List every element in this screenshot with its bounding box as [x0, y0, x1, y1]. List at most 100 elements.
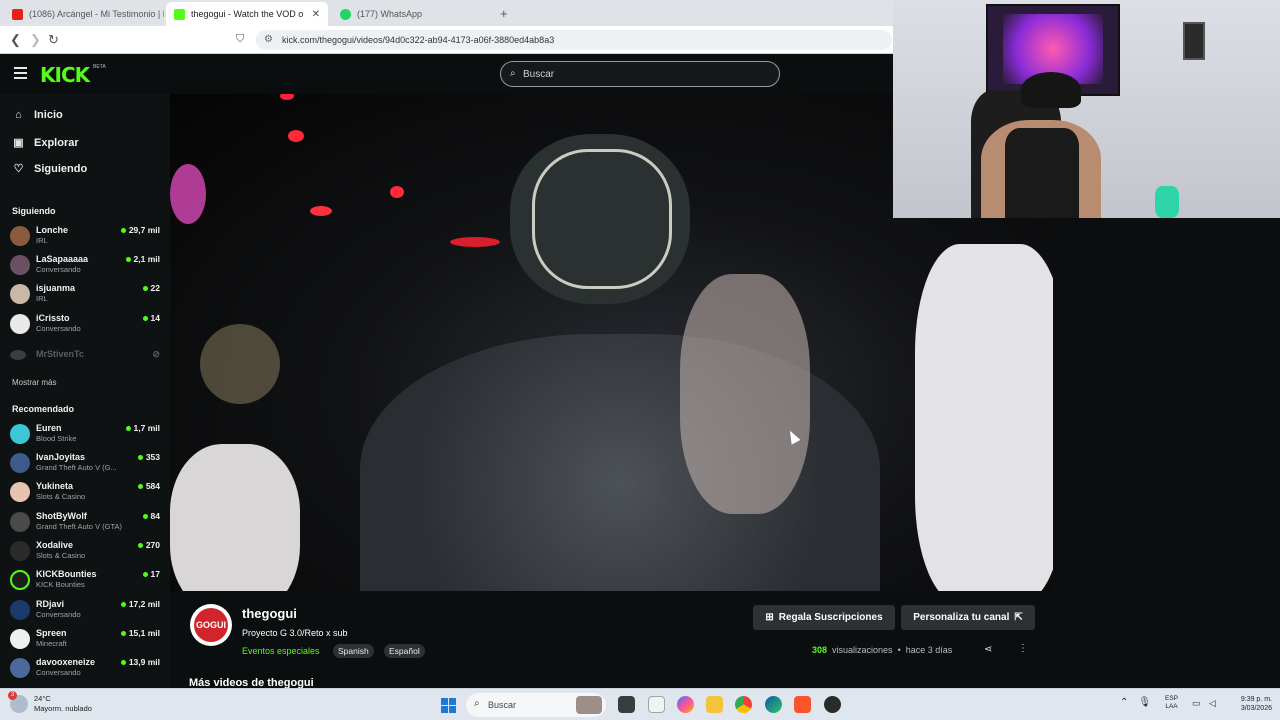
- compass-icon: ▣: [13, 137, 24, 149]
- site-info-icon[interactable]: ⚙: [264, 34, 273, 45]
- close-tab-icon[interactable]: ✕: [312, 9, 320, 20]
- sidebar: ⌂ Inicio ▣ Explorar ♡ Siguiendo Siguiend…: [0, 94, 170, 688]
- tab-label: (177) WhatsApp: [357, 9, 423, 19]
- windows-start-icon[interactable]: [441, 698, 456, 713]
- channel-category: Slots & Casino: [36, 492, 86, 501]
- url-field[interactable]: ⚙ kick.com/thegogui/videos/94d0c322-ab94…: [256, 30, 892, 50]
- separator: •: [897, 645, 901, 655]
- customize-channel-button[interactable]: Personaliza tu canal ⇱: [901, 605, 1035, 630]
- chevron-up-icon[interactable]: ⌃: [1120, 697, 1128, 708]
- viewer-count: 13,9 mil: [120, 657, 160, 667]
- person-left: [170, 444, 300, 591]
- address-bar-row: ❮ ❯ ↻ ⛉ ⚙ kick.com/thegogui/videos/94d0c…: [0, 26, 893, 54]
- channel-name: Euren: [36, 423, 62, 433]
- recommended-channel[interactable]: RDjavi Conversando 17,2 mil: [10, 598, 160, 626]
- avatar: [10, 541, 30, 561]
- weather-condition: Mayorm. nublado: [34, 704, 92, 713]
- desk-speaker: [1155, 186, 1179, 218]
- back-icon[interactable]: ❮: [10, 32, 21, 48]
- channel-name: MrStivenTc: [36, 349, 84, 359]
- network-icon[interactable]: ▭: [1192, 698, 1201, 709]
- channel-category: Grand Theft Auto V (GTA): [36, 522, 123, 531]
- viewer-count: 17: [142, 569, 160, 579]
- recommended-channel[interactable]: IvanJoyitas Grand Theft Auto V (G... 353: [10, 451, 160, 479]
- file-explorer-icon[interactable]: [706, 696, 723, 713]
- recommended-channel[interactable]: Euren Blood Strike 1,7 mil: [10, 422, 160, 450]
- weather-widget[interactable]: 3 24°C Mayorm. nublado: [8, 691, 92, 714]
- task-view-icon[interactable]: [618, 696, 635, 713]
- sidebar-item-siguiendo[interactable]: ♡ Siguiendo: [12, 162, 88, 176]
- search-icon: ⌕: [510, 68, 516, 79]
- brave-icon[interactable]: [794, 696, 811, 713]
- category-link[interactable]: Eventos especiales: [242, 646, 320, 656]
- views-label: visualizaciones: [832, 645, 893, 655]
- home-icon: ⌂: [15, 109, 22, 121]
- avatar: [10, 629, 30, 649]
- channel-category: Conversando: [36, 265, 81, 274]
- following-channel[interactable]: isjuanma IRL 22: [10, 282, 160, 310]
- video-age: hace 3 días: [905, 645, 953, 655]
- cap: [1021, 72, 1081, 108]
- viewer-count: 29,7 mil: [120, 225, 160, 235]
- live-dot-icon: [137, 454, 143, 460]
- sidebar-item-inicio[interactable]: ⌂ Inicio: [12, 109, 63, 121]
- menu-icon[interactable]: [14, 67, 27, 79]
- channel-avatar[interactable]: GOGUI: [190, 604, 232, 646]
- sidebar-item-explorar[interactable]: ▣ Explorar: [12, 136, 78, 150]
- avatar: [10, 482, 30, 502]
- more-options-icon[interactable]: ⋮: [1018, 643, 1028, 654]
- following-channel[interactable]: Lonche IRL 29,7 mil: [10, 224, 160, 252]
- browser-tab-kick[interactable]: thegogui - Watch the VOD o ✕: [166, 2, 328, 26]
- edge-icon[interactable]: [765, 696, 782, 713]
- channel-name: LaSapaaaaa: [36, 254, 89, 264]
- volume-icon[interactable]: ◁: [1209, 698, 1216, 709]
- live-dot-icon: [142, 285, 148, 291]
- forward-icon[interactable]: ❯: [30, 32, 41, 48]
- recommended-channel[interactable]: Xodalive Slots & Casino 270: [10, 539, 160, 567]
- channel-category: Conversando: [36, 668, 81, 677]
- copilot-icon[interactable]: [677, 696, 694, 713]
- share-icon[interactable]: ⋖: [984, 644, 992, 655]
- tag-espanol[interactable]: Español: [384, 644, 425, 658]
- recommended-channel[interactable]: KICKBounties KICK Bounties 17: [10, 568, 160, 596]
- kick-logo[interactable]: KICK: [40, 63, 90, 87]
- gift-subscriptions-button[interactable]: ⊞ Regala Suscripciones: [753, 605, 895, 630]
- browser-tab-whatsapp[interactable]: (177) WhatsApp: [332, 2, 492, 26]
- language-indicator[interactable]: ESP LAA: [1165, 695, 1178, 711]
- taskbar-search[interactable]: ⌕ Buscar: [466, 693, 606, 717]
- channel-name[interactable]: thegogui: [242, 606, 297, 621]
- following-channel[interactable]: LaSapaaaaa Conversando 2,1 mil: [10, 253, 160, 281]
- offline-icon: ⊘: [152, 349, 160, 359]
- viewer-count: 17,2 mil: [120, 599, 160, 609]
- recommended-channel[interactable]: Spreen Minecraft 15,1 mil: [10, 627, 160, 655]
- clock[interactable]: 9:39 p. m. 3/03/2026: [1228, 695, 1272, 713]
- viewer-count: 2,1 mil: [125, 254, 160, 264]
- channel-name: davooxeneize: [36, 657, 96, 667]
- file-icon[interactable]: [648, 696, 665, 713]
- person-right: [915, 244, 1053, 591]
- recommended-channel[interactable]: Yukineta Slots & Casino 584: [10, 480, 160, 508]
- recommended-channel[interactable]: ShotByWolf Grand Theft Auto V (GTA) 84: [10, 510, 160, 538]
- avatar: [10, 424, 30, 444]
- following-channel[interactable]: iCrissto Conversando 14: [10, 312, 160, 340]
- live-dot-icon: [120, 659, 126, 665]
- reload-icon[interactable]: ↻: [48, 32, 59, 48]
- stage-light: [390, 186, 404, 198]
- tag-spanish[interactable]: Spanish: [333, 644, 374, 658]
- following-channel-offline[interactable]: MrStivenTc ⊘: [10, 348, 160, 376]
- new-tab-button[interactable]: +: [500, 6, 508, 21]
- search-input[interactable]: ⌕ Buscar: [500, 61, 780, 87]
- search-highlight-icon: [576, 696, 602, 714]
- browser-tab-youtube[interactable]: (1086) Arcángel - Mi Testimonio | Hi: [4, 2, 164, 26]
- heart-icon: ♡: [13, 163, 24, 175]
- bookmark-icon[interactable]: ⛉: [236, 33, 244, 46]
- show-more-link[interactable]: Mostrar más: [12, 378, 56, 387]
- nav-label: Inicio: [34, 109, 63, 121]
- recommended-channel[interactable]: davooxeneize Conversando 13,9 mil: [10, 656, 160, 684]
- system-tray: ⌃ 🎙: [1120, 697, 1151, 708]
- obs-icon[interactable]: [824, 696, 841, 713]
- avatar: [10, 600, 30, 620]
- tab-label: thegogui - Watch the VOD o: [191, 9, 304, 19]
- microphone-icon[interactable]: 🎙: [1138, 697, 1151, 708]
- chrome-icon[interactable]: [735, 696, 752, 713]
